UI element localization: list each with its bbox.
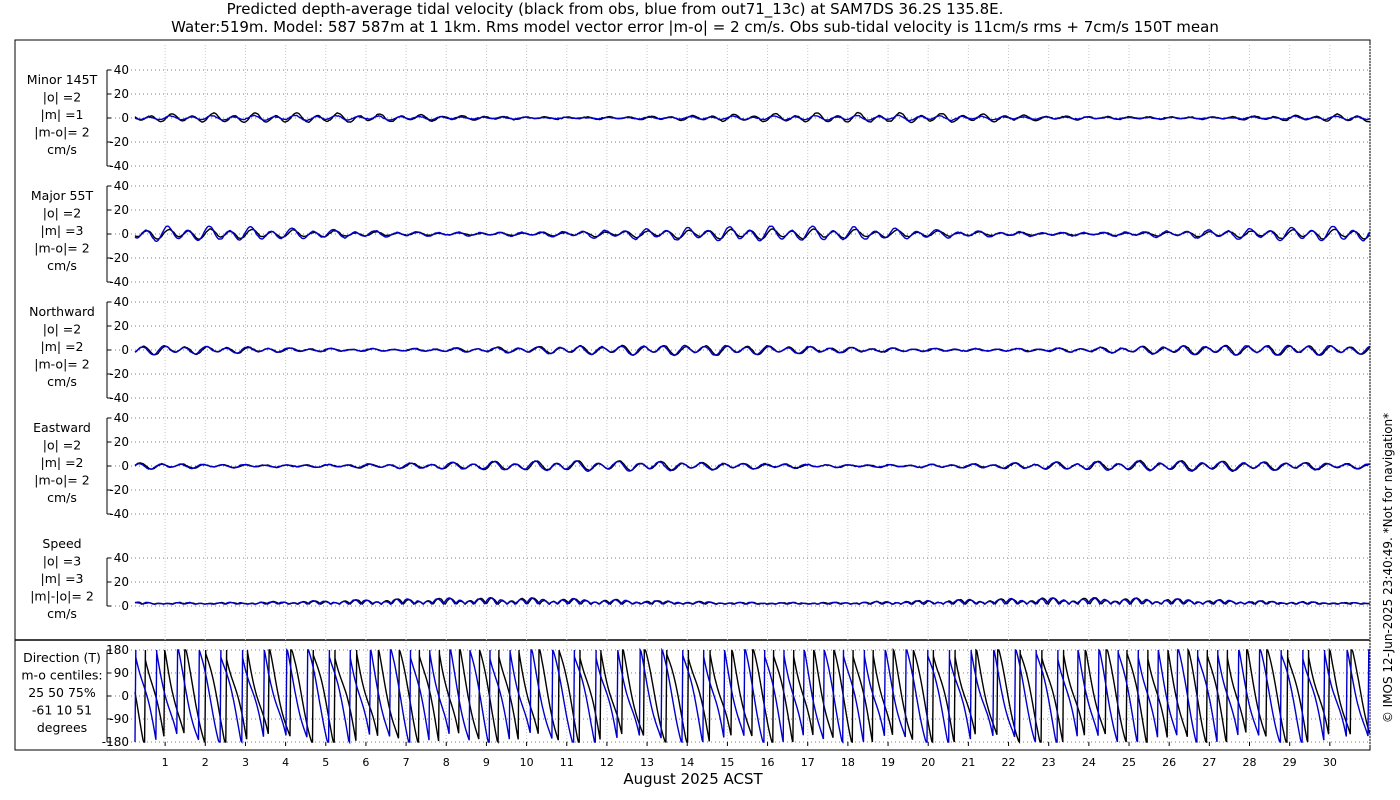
x-tick-label: 17 [801, 756, 815, 769]
x-tick-label: 15 [720, 756, 734, 769]
east-y-tick-label: 0 [121, 459, 129, 473]
major-model-series [134, 225, 1371, 243]
x-tick-label: 25 [1122, 756, 1136, 769]
north-panel-label: cm/s [47, 374, 77, 389]
major-y-tick-label: -20 [109, 251, 129, 265]
x-tick-label: 12 [600, 756, 614, 769]
x-tick-label: 19 [881, 756, 895, 769]
x-tick-label: 18 [841, 756, 855, 769]
x-tick-label: 24 [1082, 756, 1096, 769]
minor-panel-label: |m-o|= 2 [34, 125, 89, 140]
speed-y-tick-label: 40 [114, 551, 129, 565]
speed-y-tick-label: 20 [114, 575, 129, 589]
major-y-tick-label: 0 [121, 227, 129, 241]
north-panel-label: |m| =2 [41, 339, 84, 354]
direction-panel-label: -61 10 51 [32, 703, 92, 718]
x-tick-label: 8 [443, 756, 450, 769]
east-y-tick-label: -20 [109, 483, 129, 497]
x-tick-label: 10 [520, 756, 534, 769]
x-tick-label: 30 [1323, 756, 1337, 769]
x-tick-label: 14 [680, 756, 694, 769]
tidal-velocity-chart: 40200-20-40Minor 145T|o| =2|m| =1|m-o|= … [14, 39, 1395, 788]
major-y-tick-label: 40 [114, 179, 129, 193]
copyright-notice: © IMOS 12-Jun-2025 23:40:49. *Not for na… [1381, 413, 1395, 723]
minor-y-tick-label: 40 [114, 63, 129, 77]
east-panel-label: |m| =2 [41, 455, 84, 470]
direction-panel-label: degrees [37, 720, 87, 735]
major-y-tick-label: 20 [114, 203, 129, 217]
x-tick-label: 21 [961, 756, 975, 769]
speed-panel-label: cm/s [47, 606, 77, 621]
x-tick-label: 29 [1283, 756, 1297, 769]
speed-panel-label: |m| =3 [41, 571, 84, 586]
north-y-tick-label: 40 [114, 295, 129, 309]
direction-panel-label: m-o centiles: [21, 668, 102, 683]
direction-obs-series [134, 647, 1371, 745]
north-y-tick-label: 20 [114, 319, 129, 333]
speed-panel-label: |m|-|o|= 2 [30, 589, 94, 604]
east-panel-label: cm/s [47, 490, 77, 505]
minor-y-tick-label: 20 [114, 87, 129, 101]
north-panel-label: |m-o|= 2 [34, 357, 89, 372]
x-tick-label: 23 [1042, 756, 1056, 769]
north-y-tick-label: -40 [109, 391, 129, 405]
direction-panel-label: Direction (T) [23, 650, 101, 665]
x-tick-label: 22 [1002, 756, 1016, 769]
x-tick-label: 11 [560, 756, 574, 769]
east-panel-label: |o| =2 [43, 438, 81, 453]
speed-y-tick-label: 0 [121, 599, 129, 613]
x-tick-label: 3 [242, 756, 249, 769]
x-tick-label: 9 [483, 756, 490, 769]
x-tick-label: 26 [1162, 756, 1176, 769]
upper-frame [14, 39, 1371, 641]
east-y-tick-label: 20 [114, 435, 129, 449]
major-panel-label: |o| =2 [43, 206, 81, 221]
x-tick-label: 7 [403, 756, 410, 769]
east-y-tick-label: 40 [114, 411, 129, 425]
minor-y-tick-label: 0 [121, 111, 129, 125]
direction-y-tick-label: 90 [114, 666, 129, 680]
x-tick-label: 20 [921, 756, 935, 769]
north-y-tick-label: 0 [121, 343, 129, 357]
north-panel-label: Northward [29, 304, 95, 319]
minor-y-tick-label: -20 [109, 135, 129, 149]
minor-panel-label: |m| =1 [41, 107, 84, 122]
x-tick-label: 16 [761, 756, 775, 769]
direction-y-tick-label: -180 [102, 735, 129, 749]
east-panel-label: Eastward [33, 420, 91, 435]
x-axis-label: August 2025 ACST [623, 770, 763, 788]
major-y-tick-label: -40 [109, 275, 129, 289]
x-tick-label: 13 [640, 756, 654, 769]
direction-y-tick-label: -90 [109, 712, 129, 726]
minor-y-tick-label: -40 [109, 159, 129, 173]
north-panel-label: |o| =2 [43, 322, 81, 337]
minor-panel-label: |o| =2 [43, 90, 81, 105]
x-tick-label: 6 [362, 756, 369, 769]
north-y-tick-label: -20 [109, 367, 129, 381]
major-panel-label: |m-o|= 2 [34, 241, 89, 256]
speed-panel-label: |o| =3 [43, 554, 81, 569]
east-panel-label: |m-o|= 2 [34, 473, 89, 488]
x-tick-label: 27 [1202, 756, 1216, 769]
speed-panel-label: Speed [42, 536, 81, 551]
major-panel-label: Major 55T [31, 188, 94, 203]
direction-y-tick-label: 0 [121, 689, 129, 703]
major-panel-label: |m| =3 [41, 223, 84, 238]
x-tick-label: 4 [282, 756, 289, 769]
major-obs-series [134, 228, 1371, 240]
minor-panel-label: cm/s [47, 142, 77, 157]
minor-panel-label: Minor 145T [27, 72, 98, 87]
direction-y-tick-label: 180 [106, 643, 129, 657]
major-panel-label: cm/s [47, 258, 77, 273]
east-y-tick-label: -40 [109, 507, 129, 521]
x-tick-label: 5 [322, 756, 329, 769]
x-tick-label: 2 [202, 756, 209, 769]
direction-panel-label: 25 50 75% [28, 685, 96, 700]
x-tick-label: 1 [162, 756, 169, 769]
x-tick-label: 28 [1243, 756, 1257, 769]
